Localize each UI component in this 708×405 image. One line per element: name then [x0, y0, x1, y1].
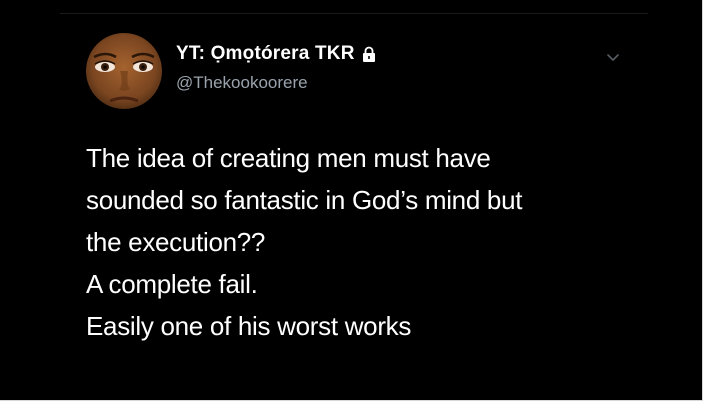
tweet-line: Easily one of his worst works — [86, 311, 412, 341]
display-name[interactable]: YT: Ọmọtórera TKR — [176, 43, 355, 65]
user-handle[interactable]: @Thekookoorere — [176, 73, 308, 93]
top-divider — [60, 13, 648, 14]
name-row: YT: Ọmọtórera TKR — [176, 42, 376, 66]
lock-icon — [362, 46, 375, 62]
avatar[interactable] — [86, 33, 162, 109]
avatar-image — [86, 33, 162, 109]
tweet-line: A complete fail. — [86, 269, 258, 299]
tweet-card: YT: Ọmọtórera TKR @Thekookoorere The ide… — [0, 0, 703, 401]
tweet-line: The idea of creating men must have — [86, 143, 491, 173]
tweet-line: sounded so fantastic in God’s mind but — [86, 185, 523, 215]
tweet-line: the execution?? — [86, 227, 266, 257]
tweet-text: The idea of creating men must have sound… — [86, 137, 646, 347]
chevron-down-icon[interactable] — [603, 50, 623, 66]
screenshot-frame: YT: Ọmọtórera TKR @Thekookoorere The ide… — [0, 0, 708, 405]
